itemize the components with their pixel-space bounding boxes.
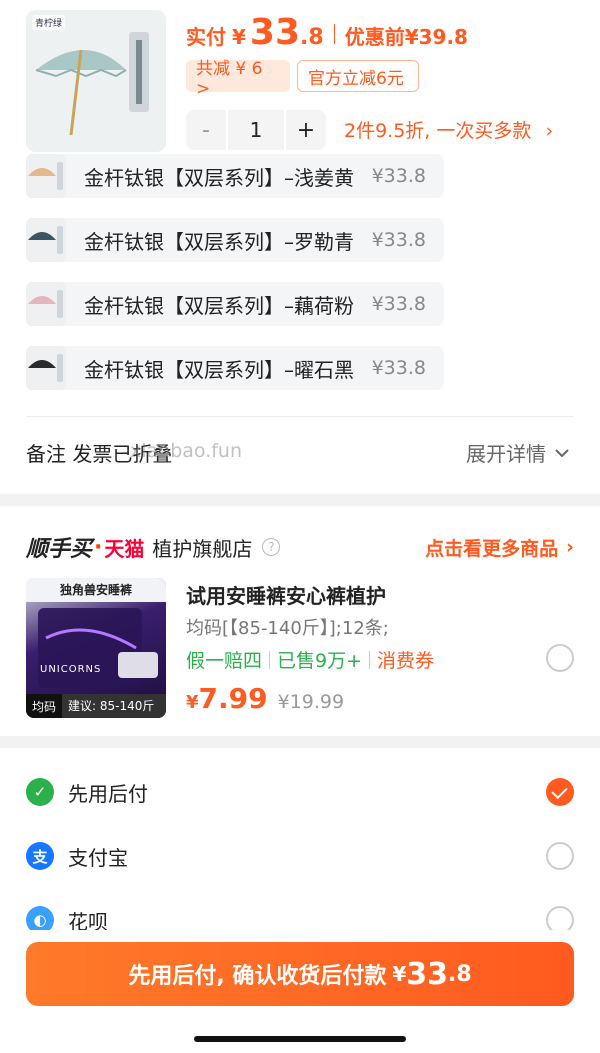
rec-price-original: ¥19.99 — [277, 691, 345, 713]
payment-option[interactable]: 支支付宝 — [26, 836, 574, 876]
variant-option[interactable]: 金杆钛银【双层系列】–曜石黑 ¥33.8 — [26, 346, 444, 390]
chevron-right-icon: › — [545, 120, 554, 142]
shop-header: 顺手买 · 天猫 植护旗舰店 ? 点击看更多商品 › — [26, 530, 574, 564]
multi-buy-label: 2件9.5折, 一次买多款 — [344, 120, 532, 142]
section-gap — [0, 494, 600, 506]
variant-thumbnail — [26, 218, 66, 262]
variant-option[interactable]: 金杆钛银【双层系列】–罗勒青 ¥33.8 — [26, 218, 444, 262]
payment-radio[interactable] — [546, 842, 574, 870]
tag-divider — [269, 650, 271, 669]
multi-buy-link[interactable]: 2件9.5折, 一次买多款 › — [344, 116, 553, 143]
cta-amount-int: 33 — [406, 956, 449, 992]
divider — [26, 416, 574, 417]
variant-price: ¥33.8 — [371, 165, 426, 187]
tag-consumer-coupon: 消费券 — [377, 650, 435, 672]
recommend-price: ¥ 7.99 ¥19.99 — [186, 682, 344, 715]
rec-image-suggest: 建议: 85-140斤 — [62, 694, 166, 718]
order-summary: 青柠绿 实付 ¥ 33 .8 优惠前 ¥39.8 共减 ¥ 6 > 官方立减6元… — [0, 0, 600, 160]
variant-price: ¥33.8 — [371, 357, 426, 379]
thumb-color-tag: 青柠绿 — [32, 15, 66, 30]
variant-thumbnail — [26, 282, 66, 326]
chevron-down-icon — [555, 448, 569, 457]
qty-value[interactable]: 1 — [226, 110, 286, 150]
tag-divider — [369, 650, 371, 669]
before-price: ¥39.8 — [404, 25, 468, 49]
rec-currency: ¥ — [186, 692, 199, 713]
qty-minus-button[interactable]: - — [186, 118, 226, 143]
payment-radio[interactable] — [546, 778, 574, 806]
paid-currency: ¥ — [232, 25, 246, 49]
tag-sold-count: 已售9万+ — [277, 650, 363, 672]
help-icon[interactable]: ? — [262, 538, 281, 556]
paid-int: 33 — [249, 12, 301, 53]
qty-plus-button[interactable]: + — [286, 118, 326, 143]
alipay-icon: 支 — [26, 842, 54, 870]
official-coupon: 官方立减6元 — [297, 60, 419, 92]
recommend-product-spec: 均码[【85-140斤】];12条; — [186, 618, 389, 639]
discount-coupon[interactable]: 共减 ¥ 6 > — [186, 59, 290, 99]
variant-price: ¥33.8 — [371, 293, 426, 315]
recommend-select-radio[interactable] — [546, 644, 574, 672]
paid-price-row: 实付 ¥ 33 .8 优惠前 ¥39.8 — [186, 12, 468, 56]
tag-fake-compensate: 假一赔四 — [186, 650, 263, 672]
section-gap — [0, 736, 600, 748]
variant-thumbnail — [26, 154, 66, 198]
cta-amount-dec: .8 — [448, 961, 472, 987]
product-thumbnail[interactable]: 青柠绿 — [26, 10, 166, 152]
brand-tmall: 天猫 — [104, 536, 145, 561]
payment-option[interactable]: ✓ 先用后付 — [26, 772, 574, 812]
expand-label: 展开详情 — [466, 442, 546, 466]
rec-image-footer: 均码 建议: 85-140斤 — [26, 694, 166, 718]
rec-price-now: 7.99 — [198, 682, 268, 715]
brand-dot: · — [94, 534, 103, 560]
variant-option[interactable]: 金杆钛银【双层系列】–浅姜黄 ¥33.8 — [26, 154, 444, 198]
pay-later-icon: ✓ — [26, 778, 54, 806]
payment-label: 先用后付 — [68, 781, 148, 806]
see-more-products-link[interactable]: 点击看更多商品 › — [425, 534, 574, 561]
quantity-stepper[interactable]: - 1 + — [186, 110, 326, 150]
shop-name[interactable]: 植护旗舰店 — [152, 533, 252, 562]
before-label: 优惠前 — [344, 25, 405, 49]
chevron-right-icon: › — [566, 536, 574, 558]
cta-currency: ¥ — [392, 962, 407, 986]
price-divider — [333, 24, 335, 44]
variant-name: 金杆钛银【双层系列】–浅姜黄 — [84, 165, 354, 190]
brand-shunshoumai: 顺手买 — [26, 537, 93, 562]
variant-price: ¥33.8 — [371, 229, 426, 251]
paid-dec: .8 — [300, 25, 324, 50]
watermark: xianbao.fun — [130, 440, 243, 462]
recommend-product-image[interactable]: 独角兽安睡裤 UNICORNS 均码 建议: 85-140斤 — [26, 578, 166, 718]
home-indicator — [194, 1036, 406, 1042]
variant-name: 金杆钛银【双层系列】–藕荷粉 — [84, 293, 354, 318]
payment-label: 支付宝 — [68, 845, 128, 870]
expand-details-button[interactable]: 展开详情 — [466, 438, 570, 467]
variant-thumbnail — [26, 346, 66, 390]
rec-image-brand: UNICORNS — [40, 664, 102, 675]
recommend-product-name[interactable]: 试用安睡裤安心裤植护 — [186, 580, 386, 609]
see-more-label: 点击看更多商品 — [425, 537, 559, 560]
paid-label: 实付 — [186, 25, 226, 49]
umbrella-image — [26, 10, 166, 152]
recommend-tags: 假一赔四 已售9万+ 消费券 — [186, 646, 434, 673]
variant-option[interactable]: 金杆钛银【双层系列】–藕荷粉 ¥33.8 — [26, 282, 444, 326]
cta-text: 先用后付, 确认收货后付款 — [128, 964, 387, 989]
variant-name: 金杆钛银【双层系列】–曜石黑 — [84, 357, 354, 382]
rec-image-size: 均码 — [32, 699, 57, 714]
confirm-pay-button[interactable]: 先用后付, 确认收货后付款 ¥ 33 .8 — [26, 942, 574, 1006]
variant-name: 金杆钛银【双层系列】–罗勒青 — [84, 229, 354, 254]
